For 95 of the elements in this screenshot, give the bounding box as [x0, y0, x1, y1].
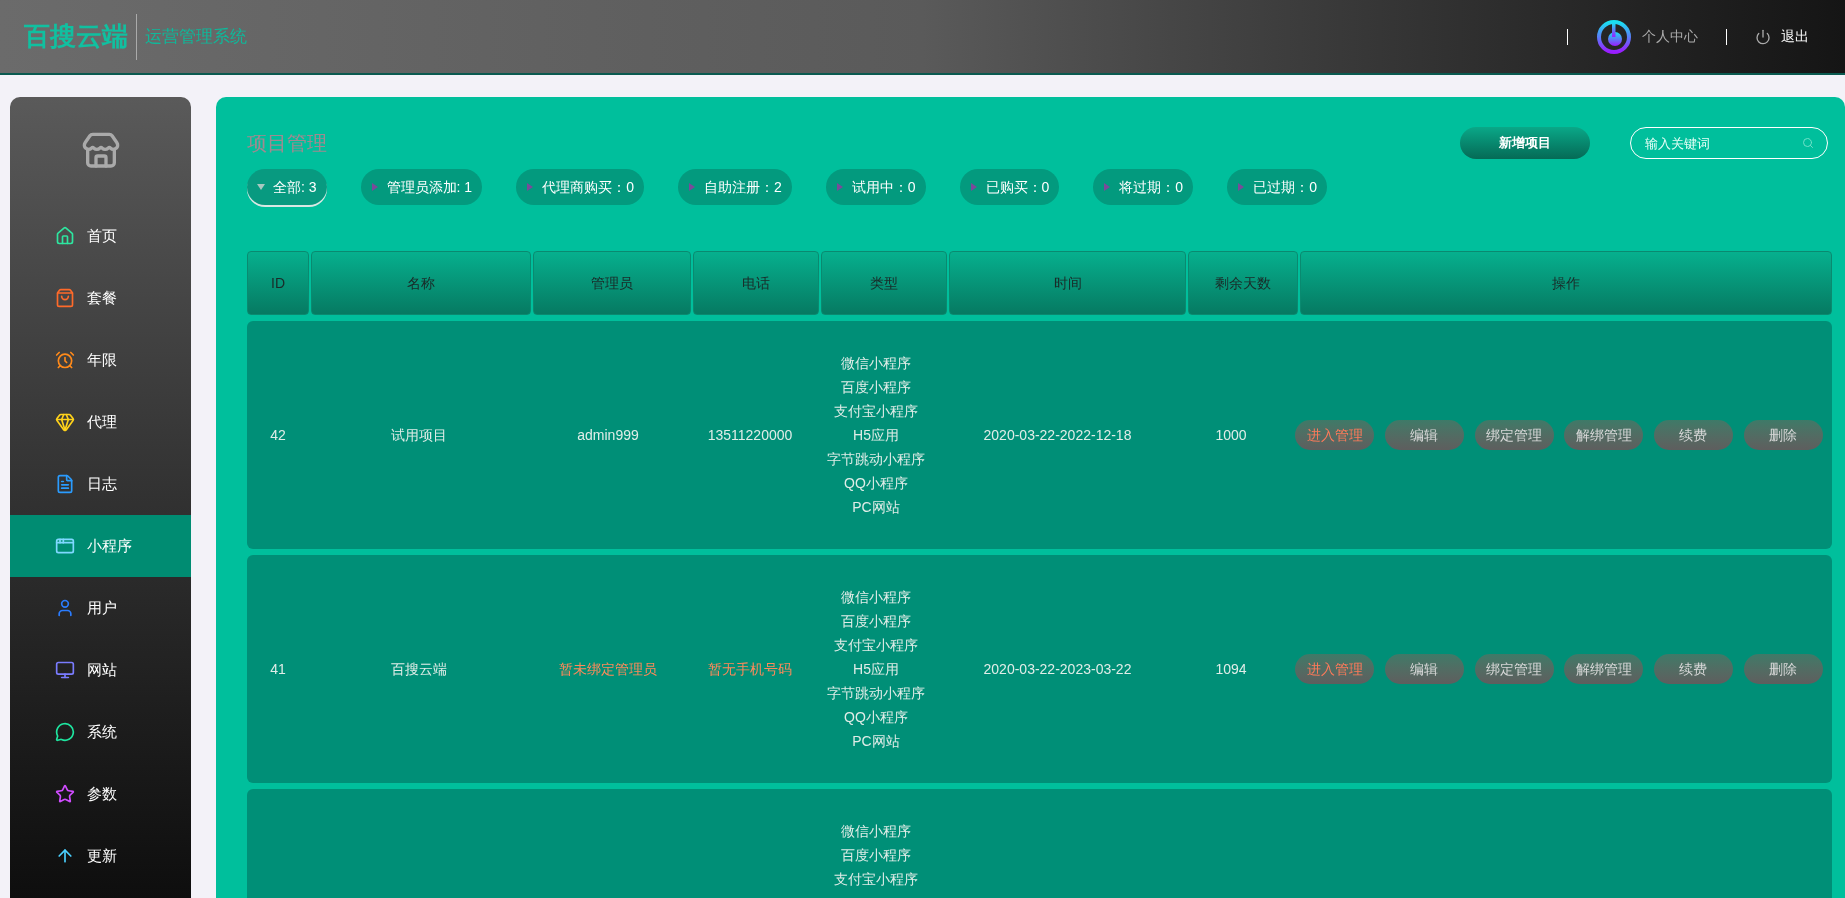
type-entry: 百度小程序 — [841, 846, 911, 865]
chat-bubble-icon — [55, 722, 75, 742]
type-entry: QQ小程序 — [844, 708, 908, 727]
filter-chip[interactable]: 已过期：0 — [1227, 169, 1327, 205]
type-entry: 微信小程序 — [841, 588, 911, 607]
phone-cell: 暂无手机号码 — [708, 660, 792, 677]
column-header: 管理员 — [533, 251, 691, 315]
filter-chip[interactable]: 代理商购买：0 — [516, 169, 644, 205]
type-entry: 微信小程序 — [841, 822, 911, 841]
sidebar-item[interactable]: 首页 — [10, 205, 191, 267]
triangle-icon — [1237, 183, 1246, 191]
personal-center-link[interactable]: 个人中心 — [1642, 26, 1698, 47]
logout-link[interactable]: 退出 — [1781, 26, 1809, 47]
triangle-icon — [257, 183, 265, 191]
user-avatar-icon[interactable] — [1596, 18, 1632, 55]
action-button[interactable]: 解绑管理 — [1564, 654, 1644, 684]
name-cell: 百搜云端 — [391, 660, 447, 677]
type-entry: H5应用 — [853, 426, 899, 445]
type-entry: 字节跳动小程序 — [827, 684, 925, 703]
sidebar-item[interactable]: 日志 — [10, 453, 191, 515]
column-header: 剩余天数 — [1188, 251, 1298, 315]
filter-chip[interactable]: 自助注册：2 — [677, 169, 792, 205]
filter-chip[interactable]: 全部: 3 — [247, 169, 327, 205]
action-button[interactable]: 删除 — [1743, 420, 1823, 450]
type-entry: H5应用 — [853, 660, 899, 679]
sidebar-item[interactable]: 系统 — [10, 701, 191, 763]
store-icon — [80, 131, 121, 171]
type-entry: PC网站 — [852, 498, 900, 517]
admin-cell: admin999 — [577, 426, 639, 443]
column-header: 时间 — [949, 251, 1186, 315]
sidebar-item[interactable]: 小程序 — [10, 515, 191, 577]
action-button[interactable]: 绑定管理 — [1474, 654, 1554, 684]
document-icon — [55, 474, 75, 494]
admin-cell: 暂未绑定管理员 — [559, 660, 657, 677]
triangle-icon — [969, 183, 978, 191]
triangle-icon — [526, 183, 535, 191]
action-button[interactable]: 续费 — [1653, 654, 1733, 684]
action-button[interactable]: 编辑 — [1385, 420, 1464, 450]
monitor-icon — [55, 660, 75, 680]
type-entry: 支付宝小程序 — [834, 402, 918, 421]
filter-chip[interactable]: 试用中：0 — [825, 169, 926, 205]
triangle-icon — [370, 183, 379, 191]
sidebar-item[interactable]: 用户 — [10, 577, 191, 639]
type-entry: PC网站 — [852, 732, 900, 751]
power-icon[interactable] — [1755, 28, 1771, 45]
id-cell: 42 — [270, 426, 286, 443]
type-entry: QQ小程序 — [844, 474, 908, 493]
sidebar-item[interactable]: 更新 — [10, 825, 191, 887]
action-button[interactable]: 续费 — [1653, 420, 1733, 450]
type-entry: 百度小程序 — [841, 612, 911, 631]
sidebar-item[interactable]: 网站 — [10, 639, 191, 701]
user-icon — [55, 598, 75, 618]
name-cell: 试用项目 — [391, 426, 447, 443]
column-header: 名称 — [311, 251, 531, 315]
home-icon — [55, 226, 75, 246]
sidebar-item[interactable]: 代理 — [10, 391, 191, 453]
alarm-clock-icon — [55, 350, 75, 370]
action-button[interactable]: 进入管理 — [1295, 654, 1375, 684]
page-title: 项目管理 — [247, 131, 328, 156]
add-project-button[interactable]: 新增项目 — [1460, 127, 1590, 159]
system-subtitle: 运营管理系统 — [145, 25, 247, 48]
sidebar-item[interactable]: 年限 — [10, 329, 191, 391]
phone-cell: 13511220000 — [707, 426, 793, 443]
filter-chip[interactable]: 将过期：0 — [1093, 169, 1194, 205]
brand-logo-text: 百搜云端 — [24, 20, 128, 53]
column-header: 类型 — [821, 251, 947, 315]
type-entry: 字节跳动小程序 — [827, 450, 925, 469]
type-entry: 微信小程序 — [841, 354, 911, 373]
column-header: 操作 — [1300, 251, 1832, 315]
days-cell: 1000 — [1215, 426, 1247, 443]
sidebar-item[interactable]: 套餐 — [10, 267, 191, 329]
triangle-icon — [835, 183, 844, 191]
search-field[interactable]: 输入关键词 — [1630, 127, 1828, 159]
type-entry: 支付宝小程序 — [834, 636, 918, 655]
column-header: 电话 — [693, 251, 819, 315]
sidebar-item[interactable]: 参数 — [10, 763, 191, 825]
action-button[interactable]: 编辑 — [1385, 654, 1464, 684]
type-entry: 百度小程序 — [841, 378, 911, 397]
action-button[interactable]: 解绑管理 — [1564, 420, 1644, 450]
time-cell: 2020-03-22-2023-03-22 — [983, 660, 1132, 677]
star-icon — [55, 784, 75, 804]
gem-icon — [55, 412, 75, 432]
action-button[interactable]: 进入管理 — [1295, 420, 1375, 450]
app-window-icon — [55, 536, 75, 556]
triangle-icon — [1103, 183, 1112, 191]
time-cell: 2020-03-22-2022-12-18 — [983, 426, 1132, 443]
filter-chip[interactable]: 管理员添加: 1 — [360, 169, 483, 205]
type-entry: 支付宝小程序 — [834, 870, 918, 889]
action-button[interactable]: 删除 — [1743, 654, 1823, 684]
triangle-icon — [687, 183, 696, 191]
id-cell: 41 — [270, 660, 286, 677]
days-cell: 1094 — [1215, 660, 1247, 677]
action-button[interactable]: 绑定管理 — [1474, 420, 1554, 450]
column-header: ID — [247, 251, 309, 315]
filter-chip[interactable]: 已购买：0 — [959, 169, 1060, 205]
